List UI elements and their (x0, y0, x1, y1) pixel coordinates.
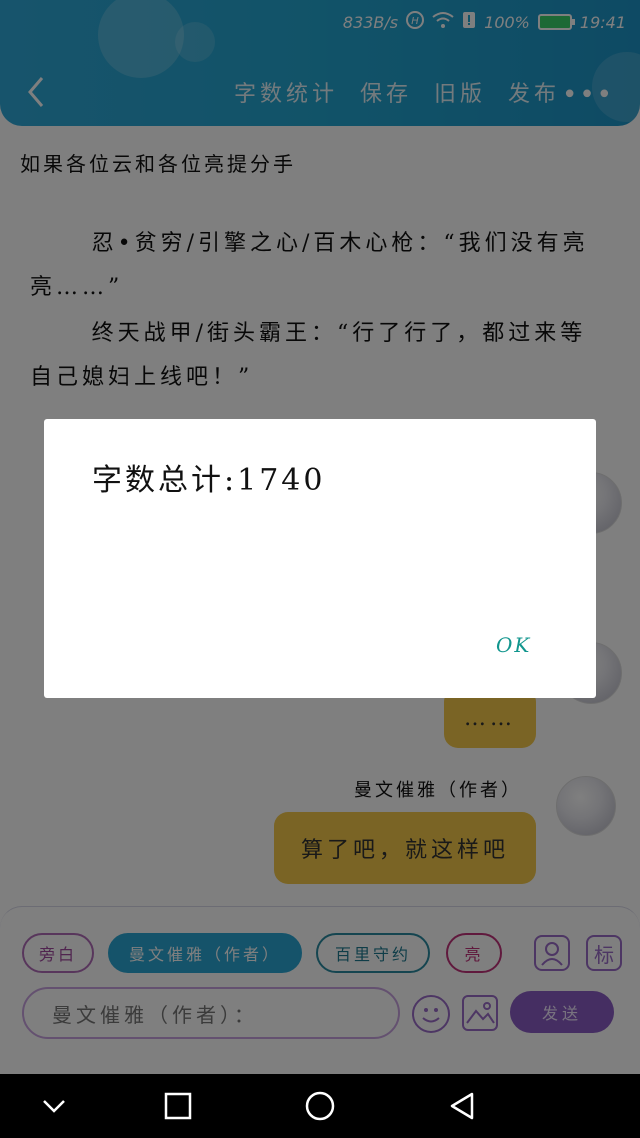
home-button[interactable] (304, 1090, 336, 1122)
collapse-button[interactable] (38, 1090, 70, 1122)
chevron-down-icon (43, 1100, 65, 1113)
ok-button[interactable]: OK (496, 633, 531, 657)
system-nav-bar (0, 1074, 640, 1138)
recents-button[interactable] (162, 1090, 194, 1122)
system-back-button[interactable] (446, 1090, 478, 1122)
triangle-back-icon (450, 1092, 474, 1120)
word-count-dialog: 字数总计:1740 OK (44, 419, 596, 698)
circle-icon (305, 1091, 335, 1121)
dialog-message: 字数总计:1740 (92, 463, 326, 498)
square-icon (164, 1092, 192, 1120)
